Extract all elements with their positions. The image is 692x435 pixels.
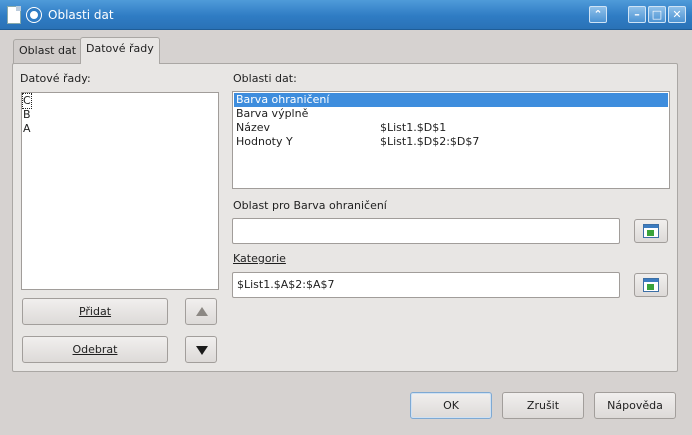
range-for-input[interactable] bbox=[232, 218, 620, 244]
range-row[interactable]: Hodnoty Y $List1.$D$2:$D$7 bbox=[234, 135, 668, 149]
data-ranges-label: Oblasti dat: bbox=[233, 72, 297, 85]
shrink-dialog-icon bbox=[643, 278, 659, 292]
window-title: Oblasti dat bbox=[48, 8, 114, 22]
list-item[interactable]: A bbox=[23, 122, 31, 136]
add-series-button[interactable]: Přidat bbox=[22, 298, 168, 325]
document-icon bbox=[7, 6, 21, 24]
range-row[interactable]: Barva ohraničení bbox=[234, 93, 668, 107]
range-row[interactable]: Název $List1.$D$1 bbox=[234, 121, 668, 135]
move-up-button[interactable] bbox=[185, 298, 217, 325]
list-item[interactable]: B bbox=[23, 108, 31, 122]
close-button[interactable]: ✕ bbox=[668, 6, 686, 23]
title-bar: Oblasti dat ⌃ – □ ✕ bbox=[0, 0, 692, 30]
tab-data-series[interactable]: Datové řady bbox=[80, 37, 160, 64]
data-ranges-list[interactable]: Barva ohraničení Barva výplně Název $Lis… bbox=[232, 91, 670, 189]
maximize-button[interactable]: □ bbox=[648, 6, 666, 23]
list-item[interactable]: C bbox=[22, 93, 33, 109]
ok-button[interactable]: OK bbox=[410, 392, 492, 419]
range-row[interactable]: Barva výplně bbox=[234, 107, 668, 121]
data-series-list[interactable]: C B A bbox=[21, 92, 219, 290]
app-icon[interactable] bbox=[27, 8, 41, 22]
select-categories-button[interactable] bbox=[634, 273, 668, 297]
range-for-label: Oblast pro Barva ohraničení bbox=[233, 199, 387, 212]
remove-series-button[interactable]: Odebrat bbox=[22, 336, 168, 363]
categories-label: Kategorie bbox=[233, 252, 286, 265]
cancel-button[interactable]: Zrušit bbox=[502, 392, 584, 419]
tab-data-range[interactable]: Oblast dat bbox=[13, 39, 83, 64]
select-range-button[interactable] bbox=[634, 219, 668, 243]
arrow-down-icon bbox=[196, 346, 208, 355]
help-button[interactable]: Nápověda bbox=[594, 392, 676, 419]
keep-above-button[interactable]: ⌃ bbox=[589, 6, 607, 23]
shrink-dialog-icon bbox=[643, 224, 659, 238]
categories-input[interactable]: $List1.$A$2:$A$7 bbox=[232, 272, 620, 298]
minimize-button[interactable]: – bbox=[628, 6, 646, 23]
move-down-button[interactable] bbox=[185, 336, 217, 363]
arrow-up-icon bbox=[196, 307, 208, 316]
data-series-label: Datové řady: bbox=[20, 72, 91, 85]
